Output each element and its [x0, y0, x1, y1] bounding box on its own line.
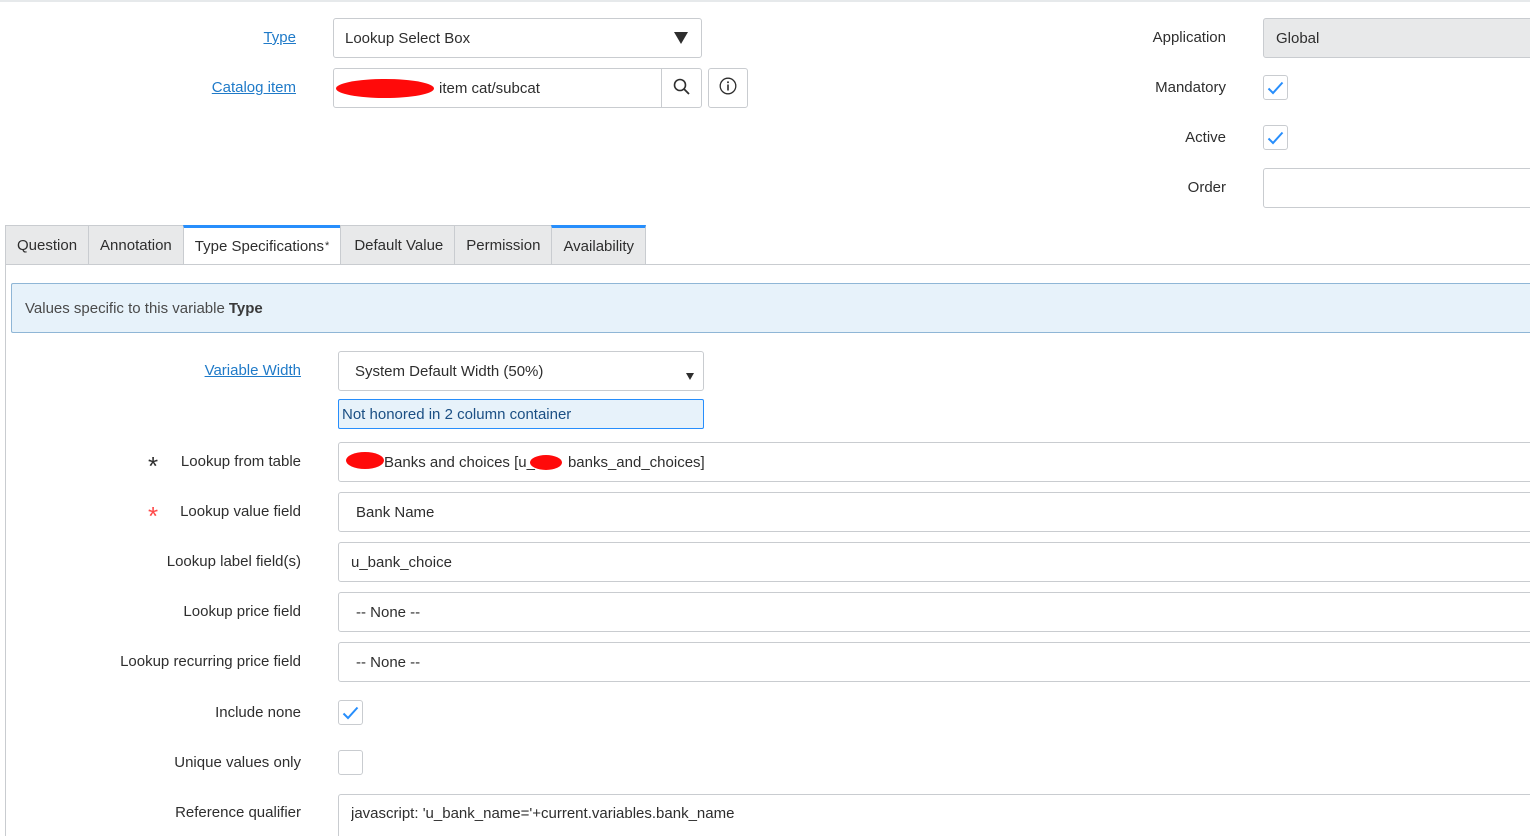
- reference-qualifier-label: Reference qualifier: [175, 804, 301, 821]
- tab-divider: [5, 264, 1530, 265]
- tab-default-value[interactable]: Default Value: [340, 225, 455, 265]
- caret-down-icon: [674, 31, 688, 48]
- type-select[interactable]: Lookup Select Box: [333, 18, 702, 58]
- info-banner-bold: Type: [228, 299, 263, 317]
- include-none-label: Include none: [215, 704, 301, 721]
- mandatory-checkbox[interactable]: [1263, 75, 1288, 100]
- info-banner: Values specific to this variable Type: [11, 283, 1530, 333]
- catalog-item-value: item cat/subcat: [439, 79, 540, 97]
- lookup-recurring-label: Lookup recurring price field: [120, 653, 301, 670]
- info-icon: [719, 77, 737, 99]
- unique-values-label: Unique values only: [174, 754, 301, 771]
- panel-border: [5, 264, 6, 836]
- lookup-value-value: Bank Name: [356, 503, 435, 521]
- unique-values-checkbox[interactable]: [338, 750, 363, 775]
- tab-type-specifications[interactable]: Type Specifications *: [182, 225, 341, 265]
- variable-width-select[interactable]: System Default Width (50%): [338, 351, 704, 391]
- order-input[interactable]: [1263, 168, 1530, 208]
- tab-label: Availability: [563, 237, 635, 255]
- active-label: Active: [1185, 129, 1226, 146]
- redaction-mark: [530, 455, 562, 470]
- hint-text: Not honored in 2 column container: [342, 405, 572, 423]
- asterisk-icon: *: [148, 451, 159, 481]
- info-banner-text: Values specific to this variable: [25, 299, 225, 317]
- application-field: Global: [1263, 18, 1530, 58]
- reference-qualifier-value: javascript: 'u_bank_name='+current.varia…: [351, 805, 735, 822]
- variable-width-hint: Not honored in 2 column container: [338, 399, 704, 429]
- catalog-item-label[interactable]: Catalog item: [160, 78, 296, 98]
- caret-down-icon: [686, 367, 694, 384]
- tab-label: Default Value: [354, 236, 444, 254]
- catalog-lookup-button[interactable]: [661, 68, 702, 108]
- tab-annotation[interactable]: Annotation: [88, 225, 183, 265]
- lookup-value-label: Lookup value field: [180, 503, 301, 520]
- lookup-label-value: u_bank_choice: [351, 553, 452, 571]
- lookup-table-value-part: Banks and choices [u_: [384, 453, 535, 471]
- redaction-mark: [346, 452, 384, 469]
- top-border: [0, 0, 1530, 2]
- lookup-table-input[interactable]: Banks and choices [u_ banks_and_choices]: [338, 442, 1530, 482]
- lookup-value-select[interactable]: Bank Name: [338, 492, 1530, 532]
- catalog-info-button[interactable]: [708, 68, 748, 108]
- tab-label: Type Specifications: [194, 237, 325, 255]
- application-value: Global: [1276, 29, 1320, 47]
- tab-label: Annotation: [100, 236, 172, 254]
- lookup-recurring-value: -- None --: [356, 653, 421, 671]
- lookup-label-input[interactable]: u_bank_choice: [338, 542, 1530, 582]
- lookup-recurring-select[interactable]: -- None --: [338, 642, 1530, 682]
- lookup-price-label: Lookup price field: [183, 603, 301, 620]
- mandatory-label: Mandatory: [1155, 79, 1226, 96]
- check-icon: [1267, 131, 1284, 144]
- include-none-checkbox[interactable]: [338, 700, 363, 725]
- variable-width-value: System Default Width (50%): [355, 362, 544, 380]
- type-select-value: Lookup Select Box: [345, 29, 471, 47]
- check-icon: [1267, 81, 1284, 94]
- lookup-table-label: Lookup from table: [180, 453, 301, 470]
- modified-marker: *: [325, 240, 330, 252]
- asterisk-icon: *: [148, 501, 159, 531]
- order-label: Order: [1187, 179, 1226, 196]
- lookup-label-label: Lookup label field(s): [166, 553, 301, 570]
- lookup-price-select[interactable]: -- None --: [338, 592, 1530, 632]
- application-label: Application: [1152, 29, 1226, 46]
- lookup-price-value: -- None --: [356, 603, 421, 621]
- type-label[interactable]: Type: [200, 28, 296, 48]
- tab-availability[interactable]: Availability: [551, 225, 647, 265]
- check-icon: [342, 706, 359, 719]
- redaction-mark: [336, 79, 434, 98]
- tab-label: Permission: [466, 236, 541, 254]
- search-icon: [673, 78, 690, 99]
- lookup-table-value-part: banks_and_choices]: [567, 453, 705, 471]
- variable-width-label[interactable]: Variable Width: [150, 361, 301, 381]
- section-tabs: Question Annotation Type Specifications *…: [5, 225, 647, 265]
- tab-permission[interactable]: Permission: [454, 225, 552, 265]
- tab-label: Question: [17, 236, 78, 254]
- reference-qualifier-input[interactable]: javascript: 'u_bank_name='+current.varia…: [338, 794, 1530, 836]
- active-checkbox[interactable]: [1263, 125, 1288, 150]
- tab-question[interactable]: Question: [5, 225, 89, 265]
